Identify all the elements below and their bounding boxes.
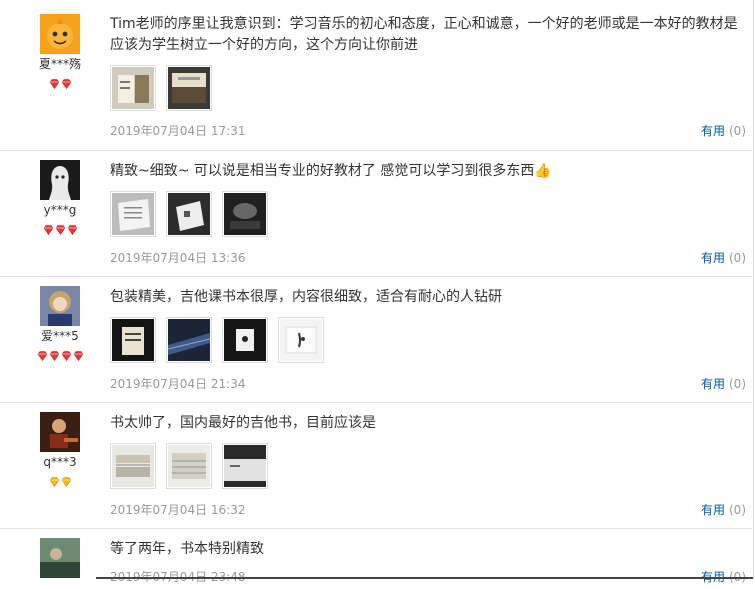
avatar[interactable] bbox=[40, 14, 80, 54]
photo-icon bbox=[280, 319, 322, 361]
diamond-icon bbox=[37, 346, 48, 362]
member-level bbox=[0, 472, 120, 488]
photo-icon bbox=[168, 319, 210, 361]
reviewer-info bbox=[0, 538, 120, 578]
review-text: 书太帅了，国内最好的吉他书，目前应该是 bbox=[110, 415, 376, 431]
photo-icon bbox=[112, 67, 154, 109]
useful-vote: 有用 (0) bbox=[701, 124, 746, 138]
member-level bbox=[0, 346, 120, 362]
diamond-icon bbox=[43, 220, 54, 236]
useful-vote: 有用 (0) bbox=[701, 377, 746, 391]
diamond-icon bbox=[49, 346, 60, 362]
reviewer-name: 爱***5 bbox=[41, 329, 79, 343]
review-text: 等了两年，书本特别精致 bbox=[110, 541, 264, 557]
review-image-thumbnail[interactable] bbox=[110, 317, 156, 363]
review-item: 爱***5 包装精美，吉他课书本很厚，内容很细致，适合有耐心的人钻研 2019年 bbox=[0, 277, 752, 403]
review-image-thumbnail[interactable] bbox=[166, 65, 212, 111]
review-text: 包装精美，吉他课书本很厚，内容很细致，适合有耐心的人钻研 bbox=[110, 289, 502, 305]
review-text: Tim老师的序里让我意识到：学习音乐的初心和态度，正心和诚意，一个好的老师或是一… bbox=[110, 16, 738, 53]
useful-button[interactable]: 有用 bbox=[701, 377, 725, 391]
useful-button[interactable]: 有用 bbox=[701, 503, 725, 517]
diamond-icon bbox=[49, 74, 60, 90]
review-image-thumbnail[interactable] bbox=[222, 443, 268, 489]
review-item: y***g 精致~细致~ 可以说是相当专业的好教材了 感觉可以学习到很多东西👍 … bbox=[0, 151, 752, 277]
diamond-icon bbox=[61, 346, 72, 362]
review-date: 2019年07月04日 13:36 bbox=[110, 251, 246, 265]
reviewer-name: y***g bbox=[43, 203, 77, 217]
diamond-icon bbox=[67, 220, 78, 236]
photo-icon bbox=[224, 319, 266, 361]
useful-count: (0) bbox=[729, 251, 746, 265]
reviewer-info: 夏***殇 bbox=[0, 14, 120, 90]
useful-button[interactable]: 有用 bbox=[701, 124, 725, 138]
review-content: 书太帅了，国内最好的吉他书，目前应该是 bbox=[110, 413, 738, 489]
useful-count: (0) bbox=[729, 124, 746, 138]
reviewer-name: q***3 bbox=[43, 455, 77, 469]
review-content: Tim老师的序里让我意识到：学习音乐的初心和态度，正心和诚意，一个好的老师或是一… bbox=[110, 14, 738, 111]
diamond-icon bbox=[61, 472, 72, 488]
diamond-icon bbox=[55, 220, 66, 236]
useful-button[interactable]: 有用 bbox=[701, 251, 725, 265]
avatar[interactable] bbox=[40, 412, 80, 452]
reviewer-name: 夏***殇 bbox=[38, 57, 81, 71]
review-content: 精致~细致~ 可以说是相当专业的好教材了 感觉可以学习到很多东西👍 bbox=[110, 161, 738, 237]
review-images bbox=[110, 191, 738, 237]
photo-icon bbox=[112, 445, 154, 487]
review-image-thumbnail[interactable] bbox=[278, 317, 324, 363]
diamond-icon bbox=[73, 346, 84, 362]
review-image-thumbnail[interactable] bbox=[166, 443, 212, 489]
useful-vote: 有用 (0) bbox=[701, 503, 746, 517]
reviewer-info: q***3 bbox=[0, 412, 120, 488]
review-images bbox=[110, 317, 738, 363]
review-item: 夏***殇 Tim老师的序里让我意识到：学习音乐的初心和态度，正心和诚意，一个好… bbox=[0, 0, 752, 151]
useful-count: (0) bbox=[729, 377, 746, 391]
review-content: 等了两年，书本特别精致 bbox=[110, 539, 738, 560]
reviewer-info: y***g bbox=[0, 160, 120, 236]
photo-icon bbox=[168, 67, 210, 109]
diamond-icon bbox=[49, 472, 60, 488]
useful-vote: 有用 (0) bbox=[701, 251, 746, 265]
avatar[interactable] bbox=[40, 538, 80, 578]
member-level bbox=[0, 74, 120, 90]
photo-icon bbox=[168, 445, 210, 487]
avatar[interactable] bbox=[40, 286, 80, 326]
member-level bbox=[0, 220, 120, 236]
review-item: q***3 书太帅了，国内最好的吉他书，目前应该是 2019年07月04日 16… bbox=[0, 403, 752, 529]
useful-count: (0) bbox=[729, 503, 746, 517]
review-image-thumbnail[interactable] bbox=[222, 317, 268, 363]
review-image-thumbnail[interactable] bbox=[222, 191, 268, 237]
reviewer-info: 爱***5 bbox=[0, 286, 120, 362]
review-images bbox=[110, 65, 738, 111]
review-text: 精致~细致~ 可以说是相当专业的好教材了 感觉可以学习到很多东西👍 bbox=[110, 163, 552, 179]
review-date: 2019年07月04日 16:32 bbox=[110, 503, 246, 517]
review-item: 等了两年，书本特别精致 2019年07月04日 23:48 有用(0) bbox=[0, 529, 752, 589]
review-image-thumbnail[interactable] bbox=[166, 317, 212, 363]
review-date: 2019年07月04日 17:31 bbox=[110, 124, 246, 138]
review-image-thumbnail[interactable] bbox=[110, 191, 156, 237]
review-image-thumbnail[interactable] bbox=[166, 191, 212, 237]
diamond-icon bbox=[61, 74, 72, 90]
review-image-thumbnail[interactable] bbox=[110, 65, 156, 111]
review-date: 2019年07月04日 21:34 bbox=[110, 377, 246, 391]
photo-icon bbox=[168, 193, 210, 235]
review-content: 包装精美，吉他课书本很厚，内容很细致，适合有耐心的人钻研 bbox=[110, 287, 738, 363]
review-images bbox=[110, 443, 738, 489]
avatar[interactable] bbox=[40, 160, 80, 200]
photo-icon bbox=[224, 193, 266, 235]
photo-icon bbox=[112, 319, 154, 361]
photo-icon bbox=[224, 445, 266, 487]
review-image-thumbnail[interactable] bbox=[110, 443, 156, 489]
photo-icon bbox=[112, 193, 154, 235]
